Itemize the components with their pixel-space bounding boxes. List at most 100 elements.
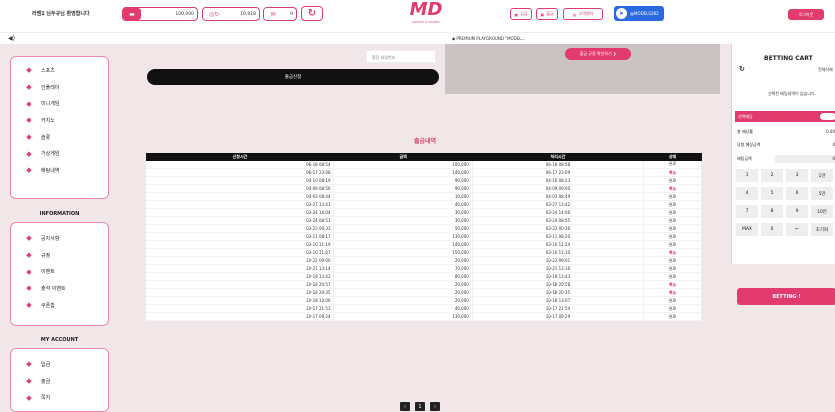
status-cell: 완료 [643, 296, 702, 305]
sidebar-item-label: 규정 [41, 252, 51, 259]
amount-cell: 130,000 [333, 312, 473, 321]
sidebar-item[interactable]: ◆ 인플레이 [11, 79, 108, 96]
cart-refresh-icon[interactable]: ↻ [739, 65, 745, 73]
sidebar-item-label: 인플레이 [41, 84, 60, 91]
amount-cell: 140,000 [333, 240, 473, 249]
sidebar-information: ◆ 공지사항 ◆ 규정 ◆ 이벤트 ◆ 출석 이벤트 ◆ 쿠폰함 [10, 222, 109, 326]
keypad-button[interactable]: ← [786, 223, 808, 236]
sidebar-item[interactable]: ◆ 공지사항 [11, 230, 108, 247]
amount-cell: 100,000 [333, 160, 473, 169]
ticker-text: ◆ PREMIUM PLAYGROUND "MODEL... [452, 36, 526, 41]
sidebar-item[interactable]: ◆ 스포츠 [11, 62, 108, 79]
next-page-button[interactable]: › [430, 402, 440, 411]
odds-toggle[interactable] [820, 113, 835, 120]
live-icon: ◆ [26, 83, 32, 92]
mail-icon: ✉ [264, 8, 282, 20]
keypad-button[interactable]: 8 [761, 205, 783, 218]
keypad-button[interactable]: 5만 [811, 187, 833, 200]
withdraw-button[interactable]: ▣ 출금 [536, 8, 558, 20]
page-number-button[interactable]: 1 [415, 402, 425, 411]
sidebar-item[interactable]: ◆ 쿠폰함 [11, 297, 108, 314]
table-row: 06-17 23:08 140,000 06-17 23:09 취소 [146, 168, 702, 177]
status-cell: 완료 [643, 312, 702, 321]
table-row: 04-10 08:19 90,000 04-10 08:23 완료 [146, 176, 702, 185]
processed-time-cell: 10-17 21:54 [472, 304, 645, 313]
sidebar-item-label: 쪽지 [41, 395, 51, 402]
sidebar-item[interactable]: ◆ 규정 [11, 247, 108, 264]
keypad-button[interactable]: MAX [736, 223, 758, 236]
table-row: 03-27 13:41 40,000 03-27 13:42 완료 [146, 200, 702, 209]
deposit-button[interactable]: ▣ 입금 [510, 8, 532, 20]
status-cell: 취소 [643, 184, 702, 193]
keypad-button[interactable]: 4 [736, 187, 758, 200]
deposit-icon: ▣ [514, 11, 519, 17]
support-button[interactable]: ▤ 고객센터 [563, 8, 603, 20]
request-time-cell: 06-18 08:54 [146, 160, 335, 169]
refresh-button[interactable]: ↻ [301, 6, 323, 21]
prev-page-button[interactable]: ‹ [400, 402, 410, 411]
withdraw-rules-button[interactable]: 출금 규정 확인하기 ❯ [565, 48, 631, 60]
table-row: 04-03 08:44 10,000 04-03 08:49 완료 [146, 192, 702, 201]
amount-cell: 70,000 [333, 264, 473, 273]
request-time-cell: 03-10 11:07 [146, 248, 335, 257]
column-header: 신청시간 [146, 153, 334, 161]
logout-button[interactable]: 로그아웃 [788, 9, 824, 20]
sidebar-item[interactable]: ◆ 가상게임 [11, 145, 108, 162]
keypad-button[interactable]: 3 [786, 169, 808, 182]
keypad-button[interactable]: 1 [736, 169, 758, 182]
sidebar-item[interactable]: ◆ 이벤트 [11, 263, 108, 280]
sidebar-item[interactable]: ◆ 출석 이벤트 [11, 280, 108, 297]
sidebar-games: ◆ 스포츠 ◆ 인플레이 ◆ 미니게임 ◆ 카지노 ◆ 슬롯 ◆ 가상게임 ◆ 배팅내역 [10, 56, 109, 199]
amount-cell: 40,000 [333, 304, 473, 313]
casino-icon: ◆ [26, 116, 32, 125]
keypad-button[interactable]: 7 [736, 205, 758, 218]
wallet-balance[interactable]: ▬ 100,000 [122, 7, 198, 21]
amount-cell: 150,000 [333, 248, 473, 257]
table-row: 03-10 11:07 150,000 03-10 11:10 취소 [146, 248, 702, 257]
sidebar-item[interactable]: ◆ 입금 [11, 356, 108, 373]
keypad-button[interactable]: 6 [786, 187, 808, 200]
keypad-button[interactable]: 0 [761, 223, 783, 236]
status-cell: 완료 [643, 232, 702, 241]
status-cell: 완료 [643, 216, 702, 225]
table-row: 10-18 20:57 20,000 10-18 20:58 취소 [146, 280, 702, 289]
telegram-icon: ➤ [616, 8, 627, 19]
account-title: MY ACCOUNT [40, 337, 79, 343]
keypad-button[interactable]: 5 [761, 187, 783, 200]
table-row: 10-21 13:14 70,000 10-21 13:16 완료 [146, 264, 702, 273]
table-body: 06-18 08:54 100,000 06-18 08:58 완료 06-17 23:… [146, 160, 702, 321]
message-icon: ◆ [26, 393, 32, 402]
bet-amount-input[interactable] [775, 155, 835, 163]
table-row: 10-19 13:42 80,000 10-19 13:43 완료 [146, 272, 702, 281]
amount-cell: 140,000 [333, 168, 473, 177]
total-odds-label: 총 배당률 [737, 129, 753, 134]
sidebar-item-label: 카지노 [41, 117, 55, 124]
table-row: 10-17 09:24 130,000 10-17 09:29 완료 [146, 312, 702, 321]
table-row: 03-24 14:04 30,000 03-24 14:06 완료 [146, 208, 702, 217]
delete-all-button[interactable]: 전체삭제 [818, 67, 833, 73]
keypad-button[interactable]: 초기화 [811, 223, 833, 236]
mail-badge[interactable]: ✉ 0 [263, 7, 297, 21]
keypad-button[interactable]: 9 [786, 205, 808, 218]
sidebar-item[interactable]: ◆ 미니게임 [11, 95, 108, 112]
withdraw-password-input[interactable]: 환전 비밀번호 [366, 50, 436, 63]
gift-icon: ◆ [26, 267, 32, 276]
sidebar-item[interactable]: ◆ 출금 [11, 373, 108, 390]
point-balance[interactable]: ◎↻ 10,918 [202, 7, 260, 21]
withdraw-request-button[interactable]: 출금신청 [147, 69, 439, 85]
sidebar-item[interactable]: ◆ 카지노 [11, 112, 108, 129]
request-time-cell: 10-22 09:00 [146, 256, 335, 265]
telegram-button[interactable]: ➤ @MODELS282 [614, 6, 664, 21]
status-cell: 취소 [643, 280, 702, 289]
expected-win-label: 당첨 예상금액 [737, 142, 761, 147]
sidebar-item[interactable]: ◆ 슬롯 [11, 129, 108, 146]
sidebar-item[interactable]: ◆ 배팅내역 [11, 162, 108, 179]
amount-cell: 30,000 [333, 216, 473, 225]
keypad-button[interactable]: 1만 [811, 169, 833, 182]
site-logo[interactable]: MD SPORTS & CASINO [404, 0, 448, 32]
betting-submit-button[interactable]: BETTING ! [737, 288, 835, 305]
sidebar-item[interactable]: ◆ 쪽지 [11, 389, 108, 406]
processed-time-cell: 10-19 13:43 [472, 272, 645, 281]
keypad-button[interactable]: 10만 [811, 205, 833, 218]
keypad-button[interactable]: 2 [761, 169, 783, 182]
